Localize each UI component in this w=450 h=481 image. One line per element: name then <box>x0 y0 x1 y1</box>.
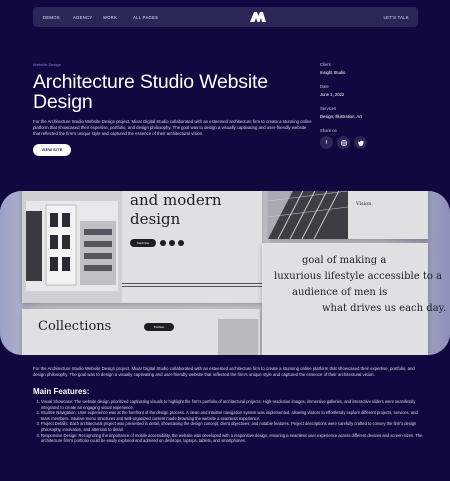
mockup-social-dots <box>160 240 184 246</box>
project-overview-text: For the Architecture Studio Website Desi… <box>33 366 415 377</box>
mockup-portfolio-button: Portfolio <box>144 323 174 331</box>
mockup-quote-line-4: what drives us each day. <box>322 303 447 314</box>
page-title: Architecture Studio Website Design <box>33 71 268 113</box>
mockup-dot-icon <box>178 240 184 246</box>
brand-logo-icon[interactable] <box>250 12 266 22</box>
mockup-dot-icon <box>160 240 166 246</box>
main-features-heading: Main Features: <box>33 387 90 396</box>
mockup-start-button: Start Now <box>130 239 156 247</box>
facebook-icon[interactable]: f <box>320 136 333 149</box>
mockup-dot-icon <box>169 240 175 246</box>
social-links: f <box>320 136 367 149</box>
share-label: Share on <box>320 128 337 133</box>
date-meta: Date June 1, 2022 <box>320 84 430 97</box>
lets-talk-link[interactable]: LET'S TALK <box>383 15 409 20</box>
top-navbar: DEMOS AGENCY WORK ALL PAGES LET'S TALK <box>33 7 418 27</box>
client-label: Client <box>320 62 331 67</box>
mockup-quote-card: goal of making a luxurious lifestyle acc… <box>262 243 446 355</box>
mockup-skyscraper-card: Vision <box>268 191 428 239</box>
date-label: Date <box>320 84 329 89</box>
services-label: Services <box>320 106 337 111</box>
nav-link-all-pages[interactable]: ALL PAGES <box>133 15 163 20</box>
instagram-icon[interactable] <box>337 136 350 149</box>
project-showcase-image: and modern design Start Now Collections … <box>0 191 450 355</box>
nav-link-work[interactable]: WORK <box>103 15 133 20</box>
mockup-vision-label: Vision <box>356 201 372 207</box>
mockup-collections-card: Collections Portfolio <box>22 309 260 355</box>
mockup-collections-title: Collections <box>38 319 112 334</box>
mockup-hero-card: and modern design Start Now <box>22 191 262 303</box>
mockup-heading-top: and modern <box>130 191 222 209</box>
nav-links: DEMOS AGENCY WORK ALL PAGES <box>43 15 163 20</box>
mockup-divider <box>122 286 262 287</box>
nav-link-agency[interactable]: AGENCY <box>73 15 103 20</box>
date-value: June 1, 2022 <box>320 92 345 97</box>
client-value: Insight Studio <box>320 70 346 75</box>
mockup-quote-line-2: luxurious lifestyle accessible to a <box>274 271 442 282</box>
mockup-thumb <box>218 319 258 355</box>
feature-item-visual-showcase: Visual Showcase: The website design prio… <box>41 399 423 410</box>
mockup-heading-bottom: design <box>130 210 181 228</box>
services-value: Design, Illustration, Art <box>320 114 362 119</box>
main-features-list: Visual Showcase: The website design prio… <box>33 399 423 444</box>
services-meta: Services Design, Illustration, Art <box>320 106 430 119</box>
mockup-quote-line-3: audience of men is <box>292 287 388 298</box>
nav-link-demos[interactable]: DEMOS <box>43 15 73 20</box>
mockup-quote-line-1: goal of making a <box>302 255 387 266</box>
client-meta: Client Insight Studio <box>320 62 430 75</box>
feature-item-intuitive-navigation: Intuitive Navigation: User experience wa… <box>41 410 423 421</box>
skyscraper-photo <box>268 191 348 239</box>
view-site-button[interactable]: VIEW SITE <box>33 144 71 156</box>
feature-item-responsive-design: Responsive Design: Recognizing the impor… <box>41 433 423 444</box>
mockup-divider <box>122 283 262 284</box>
twitter-icon[interactable] <box>354 136 367 149</box>
feature-item-project-details: Project Details: Each architectural proj… <box>41 421 423 432</box>
project-category[interactable]: Website Design <box>33 62 61 67</box>
project-description: For the Architecture Studio Website Desi… <box>33 119 312 136</box>
building-photo <box>22 191 122 303</box>
